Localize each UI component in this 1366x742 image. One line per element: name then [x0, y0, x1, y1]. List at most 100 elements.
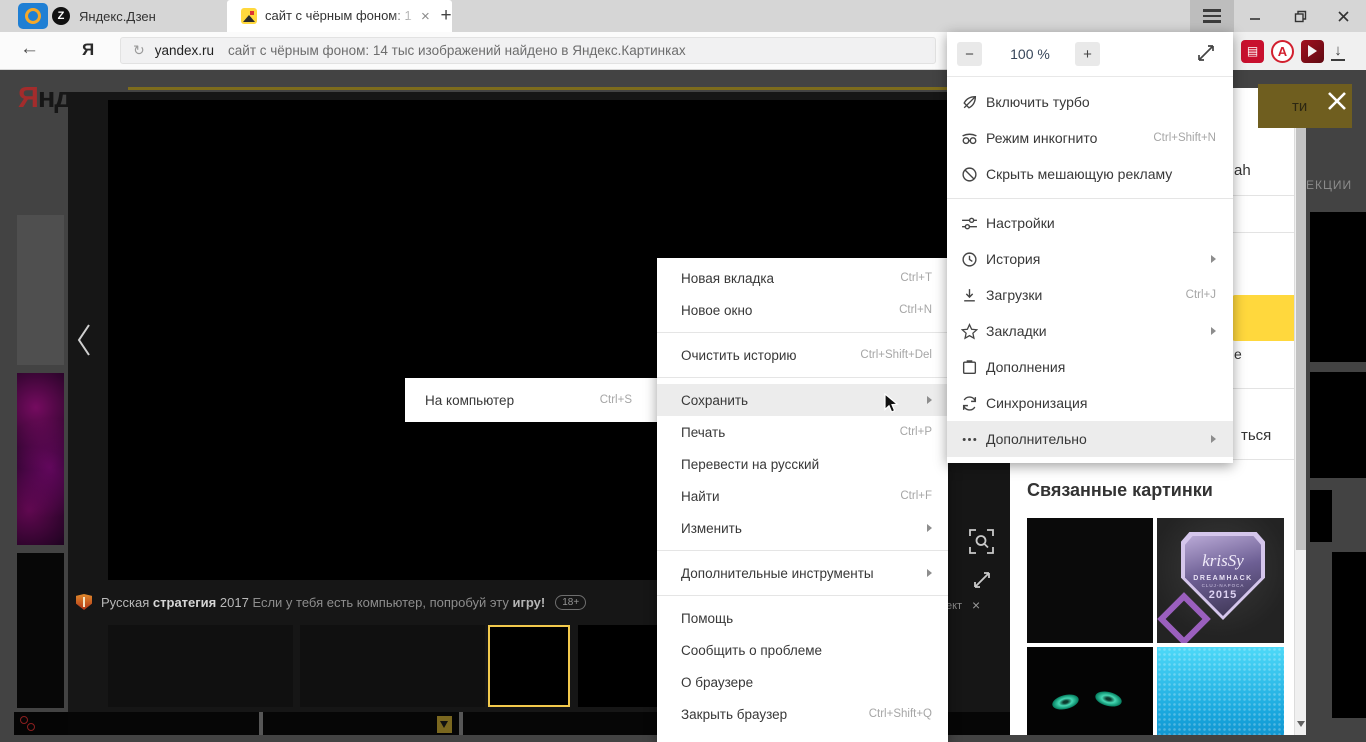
related-thumb-cat-eyes[interactable]	[1027, 647, 1153, 735]
zoom-level: 100 %	[1010, 46, 1050, 62]
yandex-logo: Янд	[18, 82, 73, 114]
image-title-fragment: ah	[1234, 162, 1251, 179]
menu-item-incognito[interactable]: Режим инкогнито Ctrl+Shift+N	[947, 120, 1233, 156]
filmstrip-thumbnail[interactable]	[578, 625, 660, 707]
scroll-down-arrow[interactable]	[1297, 721, 1305, 727]
back-button[interactable]: ←	[20, 38, 39, 60]
history-clock-icon	[961, 251, 978, 268]
viewer-close-icon[interactable]	[1326, 90, 1348, 112]
refresh-icon[interactable]: ↻	[133, 42, 145, 59]
menu-item-edit[interactable]: Изменить	[657, 512, 948, 544]
menu-item-turbo[interactable]: Включить турбо	[947, 84, 1233, 120]
window-restore-button[interactable]	[1285, 0, 1315, 32]
menu-item-downloads[interactable]: Загрузки Ctrl+J	[947, 277, 1233, 313]
tab-active-images[interactable]: сайт с чёрным фоном: 1 ×	[227, 0, 452, 32]
panel-link-fragment[interactable]: е	[1234, 346, 1242, 362]
collections-menu-fragment: ЕКЦИИ	[1306, 178, 1353, 192]
menu-item-hide-ads[interactable]: Скрыть мешающую рекламу	[947, 156, 1233, 192]
panel-yellow-button[interactable]	[1232, 295, 1294, 341]
block-ad-icon	[961, 166, 978, 183]
zoom-out-button[interactable]: −	[957, 42, 982, 66]
tiny-game-thumb	[437, 716, 452, 733]
zoom-in-button[interactable]: +	[1075, 42, 1100, 66]
ad-close-icon[interactable]: ×	[972, 597, 980, 613]
expand-fullscreen-icon[interactable]	[971, 569, 993, 591]
submenu-arrow-icon	[927, 524, 932, 532]
menu-item-report-problem[interactable]: Сообщить о проблеме	[657, 634, 948, 666]
photo-extension-icon[interactable]	[1301, 39, 1324, 63]
submenu-arrow-icon	[1211, 255, 1216, 263]
right-thumbnail	[1332, 552, 1366, 718]
submenu-arrow-icon	[927, 569, 932, 577]
mouse-cursor	[884, 393, 899, 415]
yandex-button[interactable]: Я	[82, 40, 94, 60]
address-page-title: сайт с чёрным фоном: 14 тыс изображений …	[228, 43, 686, 58]
tab-bar: Z Яндекс.Дзен сайт с чёрным фоном: 1 × +	[0, 0, 1366, 32]
thumb-separator	[259, 712, 263, 735]
left-thumbnail[interactable]	[17, 215, 64, 365]
related-images-title: Связанные картинки	[1027, 480, 1213, 500]
tab-close-icon[interactable]: ×	[421, 8, 430, 25]
share-link-fragment[interactable]: ться	[1241, 427, 1271, 444]
image-search-icon[interactable]	[968, 528, 995, 555]
menu-item-new-window[interactable]: Новое окно Ctrl+N	[657, 294, 948, 326]
page-scrollbar[interactable]	[1294, 88, 1306, 735]
left-thumbnail-purple-fractal[interactable]	[17, 373, 64, 545]
menu-item-more[interactable]: Дополнительно	[947, 421, 1233, 457]
menu-item-clear-history[interactable]: Очистить историю Ctrl+Shift+Del	[657, 339, 948, 371]
related-thumb-black[interactable]	[1027, 518, 1153, 643]
settings-sliders-icon	[961, 215, 978, 232]
menu-item-find[interactable]: Найти Ctrl+F	[657, 480, 948, 512]
app-logo-icon[interactable]	[18, 3, 48, 29]
menu-item-addons[interactable]: Дополнения	[947, 349, 1233, 385]
menu-item-save[interactable]: Сохранить	[657, 384, 948, 416]
new-tab-button[interactable]: +	[434, 4, 458, 28]
zoom-controls: − 100 % +	[947, 32, 1233, 77]
menu-item-settings[interactable]: Настройки	[947, 205, 1233, 241]
reader-extension-icon[interactable]: ▤	[1241, 39, 1264, 63]
menu-item-new-tab[interactable]: Новая вкладка Ctrl+T	[657, 262, 948, 294]
filmstrip-thumbnail[interactable]	[108, 625, 293, 707]
related-thumb-krissy-sticker[interactable]: krisSy DREAMHACK CLUJ-NAPOCA 2015	[1157, 518, 1284, 643]
menu-item-help[interactable]: Помощь	[657, 602, 948, 634]
scrollbar-thumb[interactable]	[1296, 104, 1306, 550]
game-shield-icon	[76, 594, 92, 610]
address-bar[interactable]: ↻ yandex.ru сайт с чёрным фоном: 14 тыс …	[120, 37, 936, 64]
hamburger-icon	[1203, 8, 1221, 25]
browser-menu-button[interactable]	[1190, 0, 1234, 32]
ad-row[interactable]: Русская стратегия 2017 Если у тебя есть …	[76, 589, 587, 615]
menu-item-history[interactable]: История	[947, 241, 1233, 277]
menu-item-sync[interactable]: Синхронизация	[947, 385, 1233, 421]
ad-label-fragment: ект	[946, 600, 963, 612]
filmstrip-thumbnail-selected[interactable]	[488, 625, 570, 707]
window-minimize-button[interactable]	[1240, 0, 1270, 32]
search-bar-edge	[128, 87, 947, 90]
submenu-arrow-icon	[927, 396, 932, 404]
menu-item-bookmarks[interactable]: Закладки	[947, 313, 1233, 349]
antibanner-extension-icon[interactable]: A	[1271, 39, 1294, 63]
left-thumbnail[interactable]	[17, 553, 64, 708]
download-icon[interactable]: ↓	[1331, 42, 1345, 61]
zen-favicon: Z	[52, 7, 70, 25]
filmstrip-thumbnail[interactable]	[300, 625, 485, 707]
turbo-icon	[961, 94, 978, 111]
window-close-button[interactable]	[1328, 0, 1358, 32]
browser-menu: − 100 % + Включить турбо Режим инкогнито…	[947, 32, 1233, 463]
age-badge: 18+	[555, 594, 587, 610]
incognito-mask-icon	[961, 130, 978, 147]
fullscreen-icon[interactable]	[1196, 43, 1216, 63]
chevron-left-icon[interactable]	[76, 322, 92, 358]
menu-item-print[interactable]: Печать Ctrl+P	[657, 416, 948, 448]
downloads-icon	[961, 287, 978, 304]
bookmarks-star-icon	[961, 322, 978, 340]
more-dots-icon	[961, 431, 978, 448]
save-submenu-item-to-computer[interactable]: На компьютер Ctrl+S	[405, 378, 658, 422]
tab-zen[interactable]: Z Яндекс.Дзен	[52, 0, 220, 32]
right-thumbnail	[1310, 212, 1366, 362]
thumb-separator	[459, 712, 463, 735]
menu-item-translate[interactable]: Перевести на русский	[657, 448, 948, 480]
menu-item-close-browser[interactable]: Закрыть браузер Ctrl+Shift+Q	[657, 698, 948, 730]
menu-item-about-browser[interactable]: О браузере	[657, 666, 948, 698]
menu-item-additional-tools[interactable]: Дополнительные инструменты	[657, 557, 948, 589]
related-thumb-blue-gradient[interactable]	[1157, 647, 1284, 735]
